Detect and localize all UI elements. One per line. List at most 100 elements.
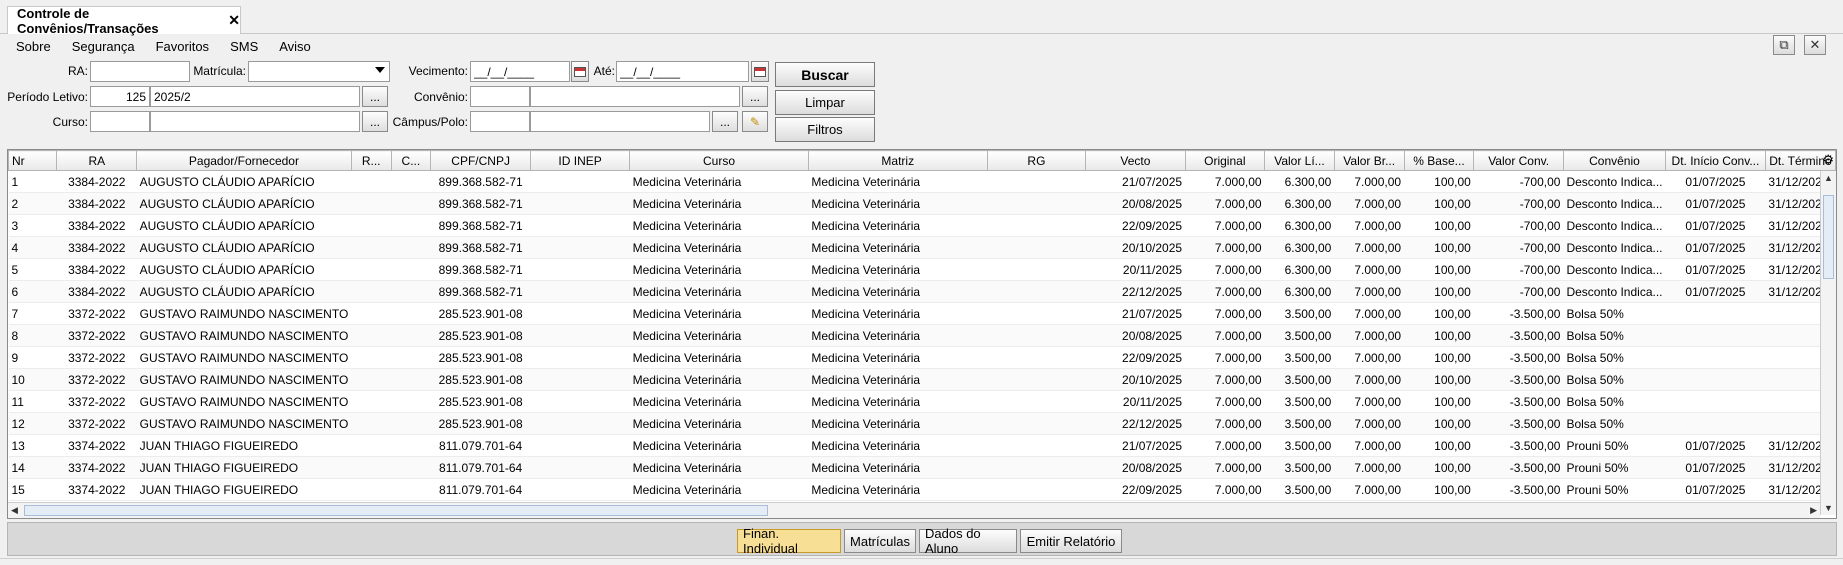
menu-sms[interactable]: SMS xyxy=(230,39,258,54)
campus-lookup-button[interactable]: ... xyxy=(712,111,738,132)
vencimento-input[interactable] xyxy=(470,61,570,82)
menu-sobre[interactable]: Sobre xyxy=(16,39,51,54)
filtros-button[interactable]: Filtros xyxy=(775,117,875,142)
table-cell: 899.368.582-71 xyxy=(430,170,531,193)
column-header[interactable]: Valor Conv. xyxy=(1473,150,1564,171)
emitir-relatorio-button[interactable]: Emitir Relatório xyxy=(1020,529,1122,553)
table-row[interactable]: 2 3384-2022 AUGUSTO CLÁUDIO APARÍCIO 899.36… xyxy=(8,192,1836,215)
column-header[interactable]: R... xyxy=(350,150,392,171)
table-cell: Medicina Veterinária xyxy=(808,390,988,413)
column-header[interactable]: Nr xyxy=(8,150,58,171)
table-cell: 6.300,00 xyxy=(1264,170,1335,193)
table-row[interactable]: 5 3384-2022 AUGUSTO CLÁUDIO APARÍCIO 899.36… xyxy=(8,258,1836,281)
ate-calendar-icon[interactable] xyxy=(751,61,769,82)
periodo-code-input[interactable] xyxy=(90,86,150,107)
horizontal-scroll-thumb[interactable] xyxy=(24,505,768,516)
table-cell xyxy=(391,368,431,391)
periodo-label: Período Letivo: xyxy=(7,90,88,104)
table-cell: 3.500,00 xyxy=(1264,478,1335,501)
popout-icon[interactable]: ⧉ xyxy=(1773,35,1795,55)
table-cell xyxy=(391,170,431,193)
table-cell: 100,00 xyxy=(1404,258,1474,281)
table-row[interactable]: 13 3374-2022 JUAN THIAGO FIGUEIREDO 811.079… xyxy=(8,434,1836,457)
table-row[interactable]: 4 3384-2022 AUGUSTO CLÁUDIO APARÍCIO 899.36… xyxy=(8,236,1836,259)
table-row[interactable]: 1 3384-2022 AUGUSTO CLÁUDIO APARÍCIO 899.36… xyxy=(8,170,1836,193)
vertical-scroll-thumb[interactable] xyxy=(1823,195,1834,279)
campus-value-input[interactable] xyxy=(530,111,710,132)
table-cell: 3.500,00 xyxy=(1264,390,1335,413)
menu-favoritos[interactable]: Favoritos xyxy=(156,39,209,54)
matriculas-button[interactable]: Matrículas xyxy=(844,529,916,553)
column-header[interactable]: Vecto xyxy=(1085,150,1186,171)
transactions-grid[interactable]: Nr RA Pagador/Fornecedor R... C... CPF/CNPJ ID… xyxy=(7,149,1837,519)
curso-code-input[interactable] xyxy=(90,111,150,132)
table-cell xyxy=(987,324,1086,347)
table-row[interactable]: 7 3372-2022 GUSTAVO RAIMUNDO NASCIMENTO 285… xyxy=(8,302,1836,325)
table-row[interactable]: 9 3372-2022 GUSTAVO RAIMUNDO NASCIMENTO 285… xyxy=(8,346,1836,369)
limpar-button[interactable]: Limpar xyxy=(775,90,875,115)
tab-controle-convenios[interactable]: Controle de Convênios/Transações ✕ xyxy=(7,6,241,36)
horizontal-scrollbar[interactable]: ◀ ▶ xyxy=(8,502,1820,518)
ra-input[interactable] xyxy=(90,61,190,82)
table-cell xyxy=(987,170,1086,193)
column-header[interactable]: Curso xyxy=(629,150,809,171)
campus-code-input[interactable] xyxy=(470,111,530,132)
menu-aviso[interactable]: Aviso xyxy=(279,39,311,54)
matricula-select[interactable] xyxy=(248,61,390,82)
buscar-button[interactable]: Buscar xyxy=(775,62,875,87)
table-cell: 100,00 xyxy=(1404,214,1474,237)
table-cell xyxy=(391,434,431,457)
table-cell: GUSTAVO RAIMUNDO NASCIMENTO xyxy=(136,412,352,435)
periodo-lookup-button[interactable]: ... xyxy=(362,86,388,107)
column-header[interactable]: ID INEP xyxy=(530,150,631,171)
table-row[interactable]: 12 3372-2022 GUSTAVO RAIMUNDO NASCIMENTO 28… xyxy=(8,412,1836,435)
ate-input[interactable] xyxy=(616,61,749,82)
column-header[interactable]: Original xyxy=(1184,150,1266,171)
table-cell: GUSTAVO RAIMUNDO NASCIMENTO xyxy=(136,368,352,391)
column-header[interactable]: Convênio xyxy=(1562,150,1667,171)
table-cell: Desconto Indica... xyxy=(1563,170,1666,193)
table-row[interactable]: 8 3372-2022 GUSTAVO RAIMUNDO NASCIMENTO 285… xyxy=(8,324,1836,347)
table-cell xyxy=(1665,324,1766,347)
curso-value-input[interactable] xyxy=(150,111,360,132)
column-header[interactable]: Valor Lí... xyxy=(1264,150,1335,171)
column-header[interactable]: Dt. Início Conv... xyxy=(1665,150,1766,171)
table-cell: 3.500,00 xyxy=(1264,434,1335,457)
column-header[interactable]: RG xyxy=(986,150,1087,171)
table-cell: 01/07/2025 xyxy=(1665,170,1766,193)
column-header[interactable]: RA xyxy=(56,150,138,171)
table-row[interactable]: 3 3384-2022 AUGUSTO CLÁUDIO APARÍCIO 899.36… xyxy=(8,214,1836,237)
column-header[interactable]: Matriz xyxy=(807,150,988,171)
convenio-label: Convênio: xyxy=(413,90,468,104)
pencil-icon[interactable]: ✎ xyxy=(742,111,768,132)
periodo-value-input[interactable] xyxy=(150,86,360,107)
column-header[interactable]: Valor Br... xyxy=(1333,150,1405,171)
column-header[interactable]: C... xyxy=(390,150,432,171)
table-row[interactable]: 11 3372-2022 GUSTAVO RAIMUNDO NASCIMENTO 28… xyxy=(8,390,1836,413)
table-row[interactable]: 14 3374-2022 JUAN THIAGO FIGUEIREDO 811.079… xyxy=(8,456,1836,479)
finan-individual-button[interactable]: Finan. Individual xyxy=(737,526,841,556)
table-cell xyxy=(987,280,1086,303)
window-close-icon[interactable]: ✕ xyxy=(1804,35,1826,55)
convenio-code-input[interactable] xyxy=(470,86,530,107)
column-header[interactable]: % Base... xyxy=(1403,150,1475,171)
table-cell: 2 xyxy=(8,192,57,215)
table-row[interactable]: 15 3374-2022 JUAN THIAGO FIGUEIREDO 811.079… xyxy=(8,478,1836,501)
curso-lookup-button[interactable]: ... xyxy=(362,111,388,132)
column-header[interactable]: Pagador/Fornecedor xyxy=(136,150,352,171)
table-cell: Medicina Veterinária xyxy=(808,214,988,237)
table-cell: 285.523.901-08 xyxy=(430,368,531,391)
tab-close-icon[interactable]: ✕ xyxy=(228,12,240,29)
campus-label: Câmpus/Polo: xyxy=(392,115,468,129)
table-row[interactable]: 6 3384-2022 AUGUSTO CLÁUDIO APARÍCIO 899.36… xyxy=(8,280,1836,303)
table-cell: 7 xyxy=(8,302,57,325)
dados-do-aluno-button[interactable]: Dados do Aluno xyxy=(919,526,1017,556)
menu-seguranca[interactable]: Segurança xyxy=(72,39,135,54)
gear-icon[interactable]: ⚙ xyxy=(1822,152,1834,168)
vertical-scrollbar[interactable]: ▲ ▼ xyxy=(1820,171,1836,515)
convenio-lookup-button[interactable]: ... xyxy=(742,86,768,107)
convenio-value-input[interactable] xyxy=(530,86,740,107)
column-header[interactable]: CPF/CNPJ xyxy=(430,150,532,171)
table-row[interactable]: 10 3372-2022 GUSTAVO RAIMUNDO NASCIMENTO 28… xyxy=(8,368,1836,391)
table-cell: 899.368.582-71 xyxy=(430,258,531,281)
